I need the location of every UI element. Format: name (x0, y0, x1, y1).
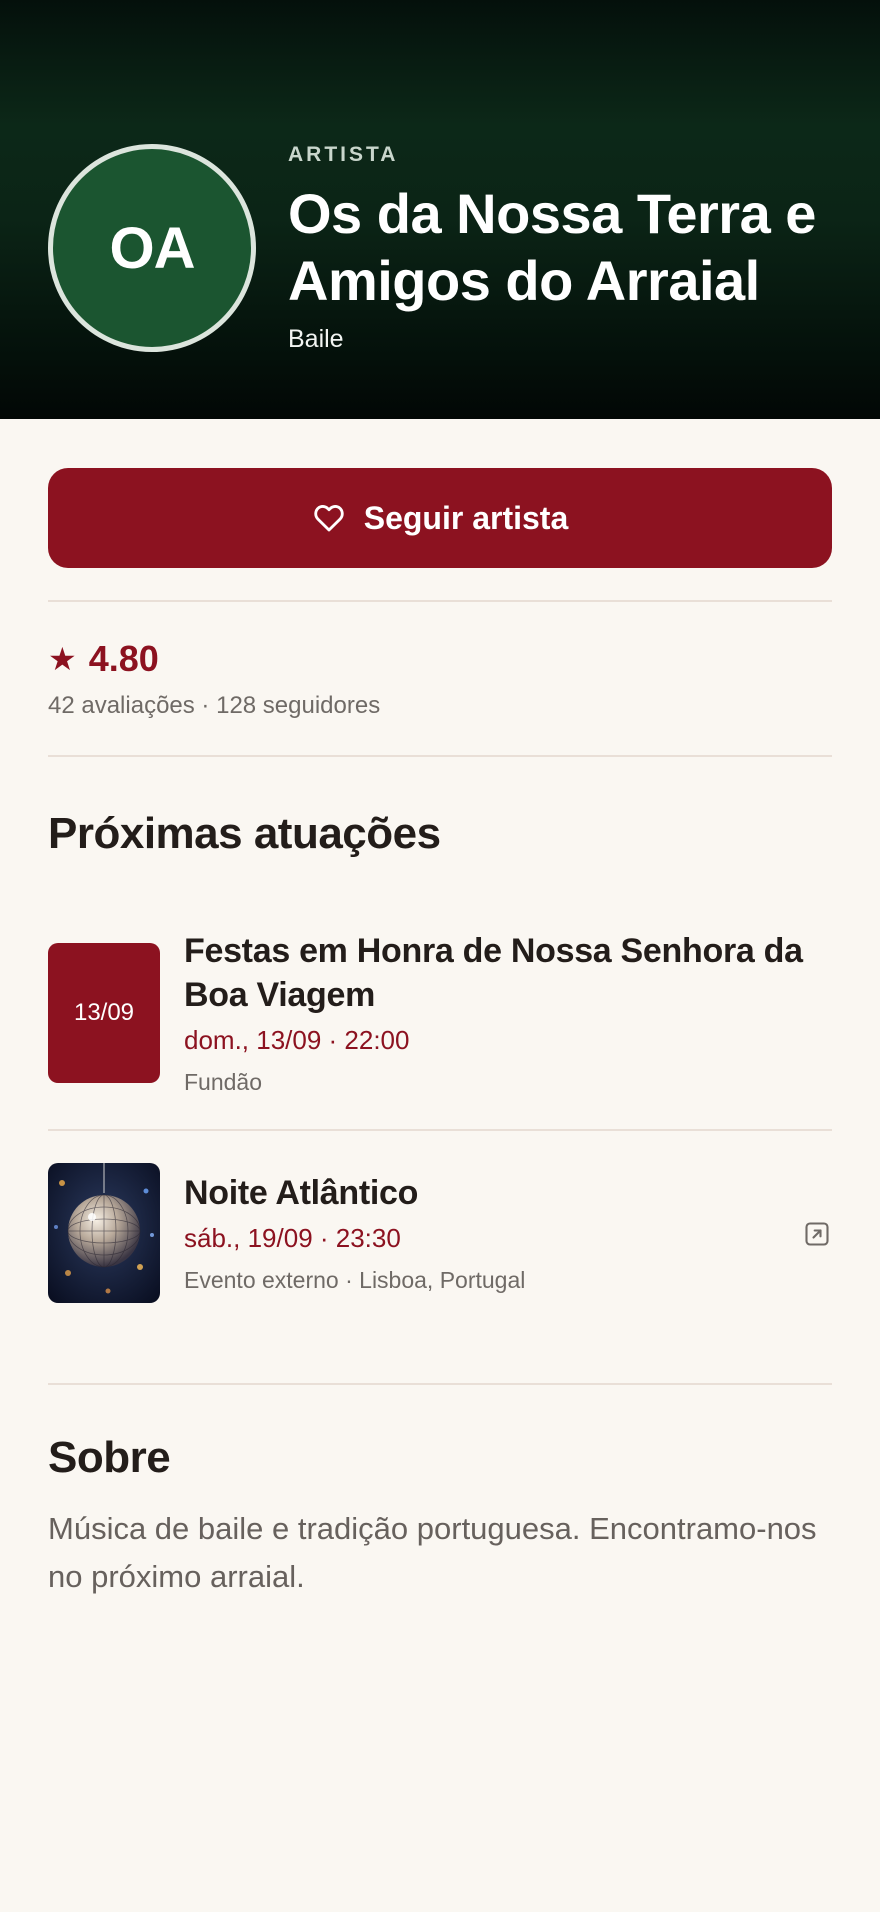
avatar-initials: OA (109, 215, 196, 281)
avatar: OA (48, 144, 256, 352)
artist-hero: OA ARTISTA Os da Nossa Terra e Amigos do… (0, 0, 880, 419)
event-item[interactable]: 13/09 Festas em Honra de Nossa Senhora d… (48, 929, 832, 1097)
follow-artist-label: Seguir artista (363, 499, 569, 536)
rating-line: ★ 4.80 (48, 638, 832, 680)
artist-genre: Baile (288, 325, 344, 353)
event-info: Noite Atlântico sáb., 19/09 · 23:30 Even… (184, 1171, 804, 1295)
event-date-thumb-label: 13/09 (73, 999, 135, 1026)
event-item[interactable]: Noite Atlântico sáb., 19/09 · 23:30 Even… (48, 1163, 832, 1303)
event-info: Festas em Honra de Nossa Senhora da Boa … (184, 929, 804, 1097)
heart-outline-icon (312, 501, 346, 535)
about-text: Música de baile e tradição portuguesa. E… (48, 1511, 817, 1594)
event-title: Festas em Honra de Nossa Senhora da Boa … (184, 932, 803, 1014)
divider (48, 1383, 832, 1385)
upcoming-title: Próximas atuações (48, 809, 441, 858)
event-location: Fundão (184, 1069, 263, 1095)
star-icon: ★ (48, 641, 77, 677)
page-title: Os da Nossa Terra e Amigos do Arraial (288, 182, 816, 312)
external-link-icon[interactable] (802, 1219, 832, 1249)
event-title: Noite Atlântico (184, 1174, 419, 1212)
event-date-thumb: 13/09 (48, 943, 160, 1083)
divider (48, 1129, 832, 1131)
main-content: Seguir artista ★ 4.80 42 avaliações · 12… (48, 468, 832, 1601)
rating-summary: ★ 4.80 42 avaliações · 128 seguidores (48, 602, 832, 755)
rating-value: 4.80 (88, 638, 159, 679)
artist-eyebrow: ARTISTA (288, 143, 399, 166)
divider (48, 755, 832, 757)
event-location: Evento externo · Lisboa, Portugal (184, 1267, 526, 1293)
event-date: sáb., 19/09 · 23:30 (184, 1223, 401, 1253)
rating-meta: 42 avaliações · 128 seguidores (48, 692, 381, 719)
about-title: Sobre (48, 1433, 171, 1482)
hero-text: ARTISTA Os da Nossa Terra e Amigos do Ar… (288, 140, 848, 355)
follow-artist-button[interactable]: Seguir artista (48, 468, 832, 568)
event-date: dom., 13/09 · 22:00 (184, 1025, 410, 1055)
disco-ball-image (48, 1163, 160, 1303)
